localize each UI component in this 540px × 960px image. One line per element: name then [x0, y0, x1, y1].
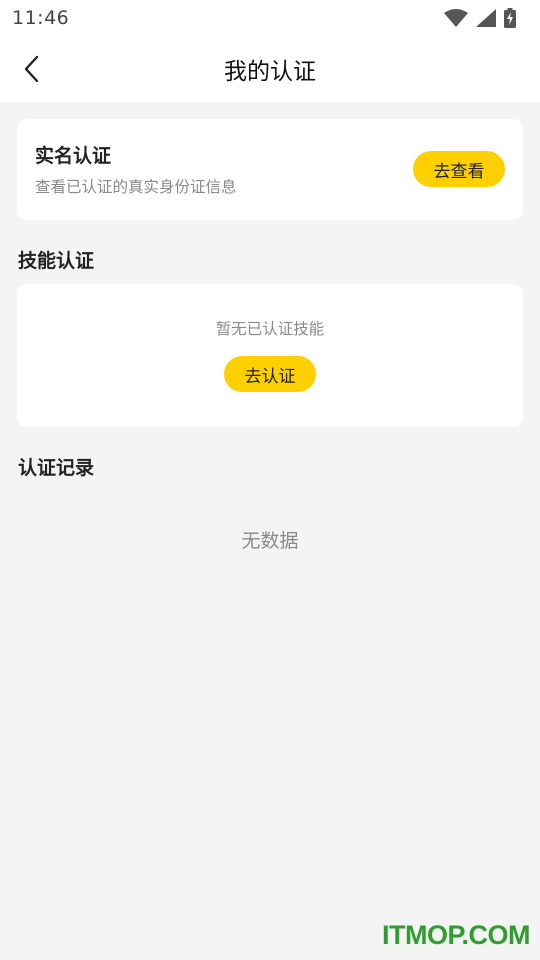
skill-empty-text: 暂无已认证技能 — [215, 320, 325, 338]
realname-title: 实名认证 — [35, 145, 112, 167]
certify-button[interactable]: 去认证 — [224, 356, 316, 392]
skill-card: 暂无已认证技能 去认证 — [17, 284, 523, 427]
chevron-left-icon — [24, 55, 39, 83]
record-section-title: 认证记录 — [18, 457, 95, 479]
status-icons — [444, 8, 516, 28]
back-button[interactable] — [14, 51, 50, 87]
signal-icon — [476, 9, 496, 27]
realname-card: 实名认证 查看已认证的真实身份证信息 去查看 — [17, 119, 523, 220]
page-title: 我的认证 — [224, 59, 316, 85]
realname-description: 查看已认证的真实身份证信息 — [35, 178, 237, 196]
nav-bar: 我的认证 — [0, 36, 540, 102]
view-button[interactable]: 去查看 — [413, 151, 505, 187]
skill-section-title: 技能认证 — [18, 250, 95, 272]
record-empty-text: 无数据 — [241, 530, 299, 552]
watermark-logo: ITMOP.COM — [381, 920, 531, 950]
status-bar: 11:46 — [0, 0, 540, 36]
battery-charging-icon — [504, 8, 516, 28]
status-time: 11:46 — [12, 7, 70, 29]
wifi-icon — [444, 9, 468, 27]
